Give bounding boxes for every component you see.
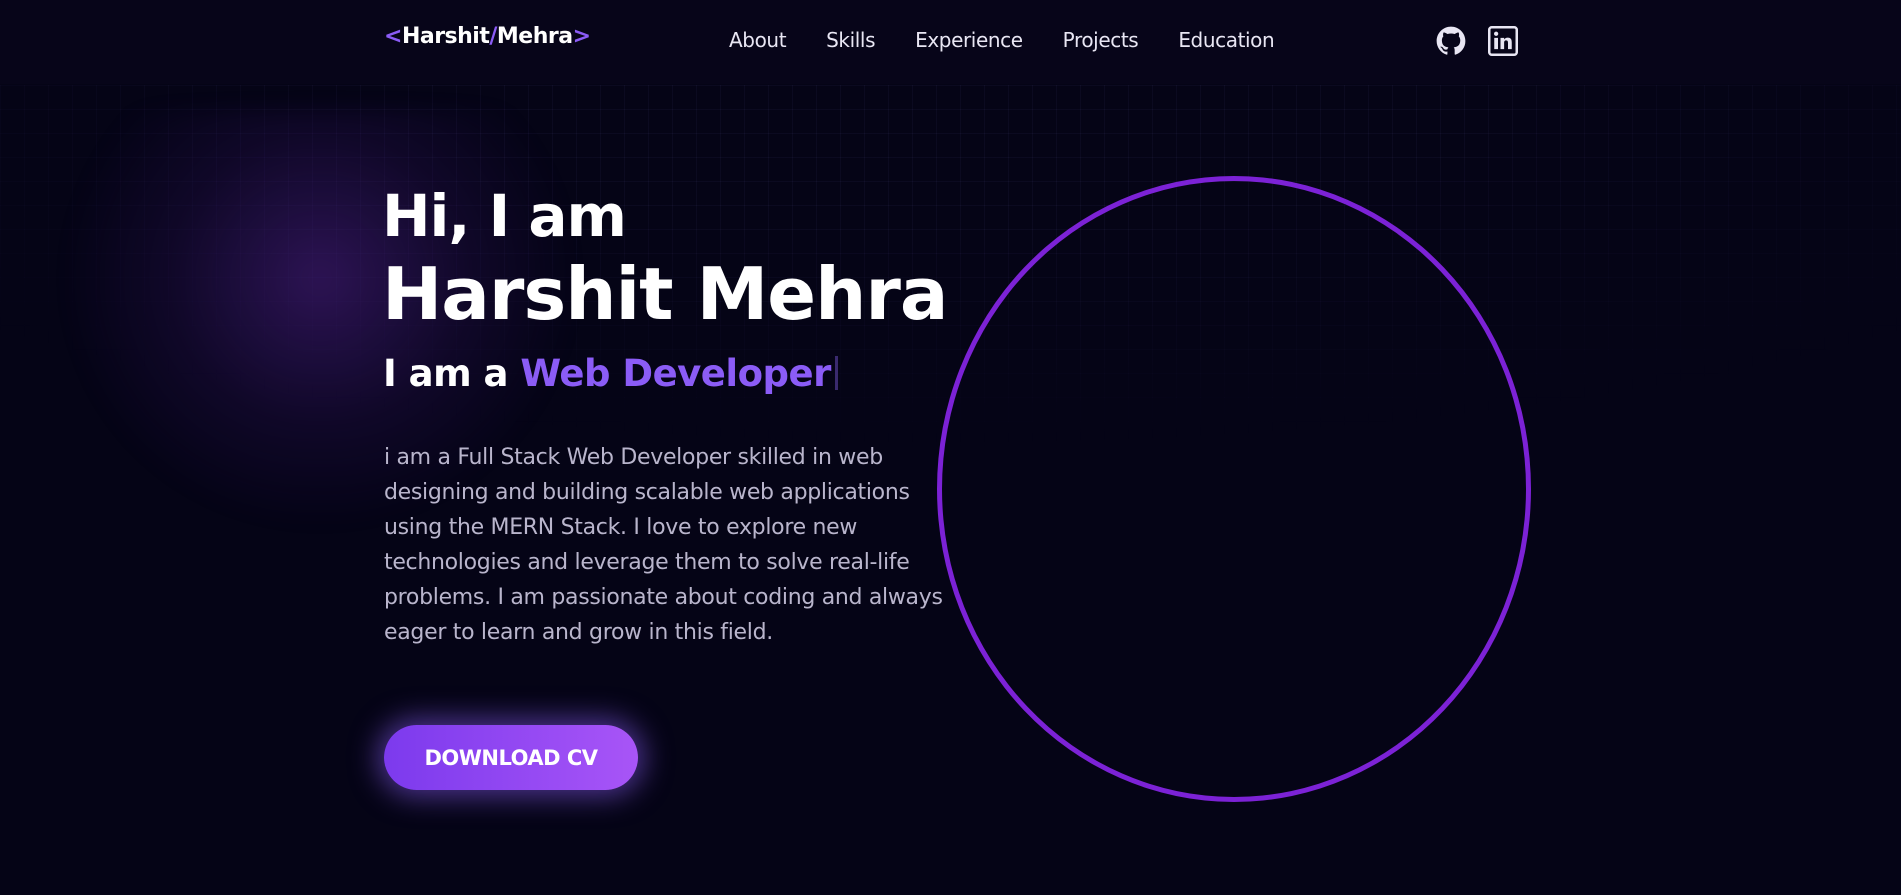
download-cv-button[interactable]: DOWNLOAD CV bbox=[384, 725, 638, 790]
nav-link-skills[interactable]: Skills bbox=[826, 28, 875, 52]
role-typed-text: Web Developer bbox=[520, 352, 831, 395]
page: <Harshit/Mehra> About Skills Experience … bbox=[0, 0, 1901, 895]
nav-link-experience[interactable]: Experience bbox=[915, 28, 1023, 52]
site-logo[interactable]: <Harshit/Mehra> bbox=[384, 24, 591, 49]
main-nav: About Skills Experience Projects Educati… bbox=[729, 28, 1275, 52]
profile-image-ring bbox=[937, 176, 1531, 802]
nav-link-about[interactable]: About bbox=[729, 28, 787, 52]
logo-last-name: Mehra bbox=[496, 24, 573, 49]
github-icon[interactable] bbox=[1436, 26, 1466, 56]
linkedin-icon[interactable] bbox=[1488, 26, 1518, 56]
logo-slash: / bbox=[489, 24, 497, 49]
logo-open-bracket: < bbox=[384, 24, 402, 49]
logo-close-bracket: > bbox=[572, 24, 591, 49]
hero-name: Harshit Mehra bbox=[382, 252, 948, 336]
typing-cursor bbox=[834, 356, 838, 390]
site-header: <Harshit/Mehra> About Skills Experience … bbox=[0, 0, 1901, 84]
role-prefix: I am a bbox=[383, 352, 509, 395]
logo-first-name: Harshit bbox=[401, 24, 490, 49]
nav-link-projects[interactable]: Projects bbox=[1063, 28, 1139, 52]
social-links bbox=[1436, 26, 1518, 56]
hero-greeting: Hi, I am bbox=[382, 182, 627, 250]
hero-role: I am a Web Developer bbox=[383, 352, 838, 395]
nav-link-education[interactable]: Education bbox=[1178, 28, 1274, 52]
hero-bio: i am a Full Stack Web Developer skilled … bbox=[384, 445, 943, 645]
